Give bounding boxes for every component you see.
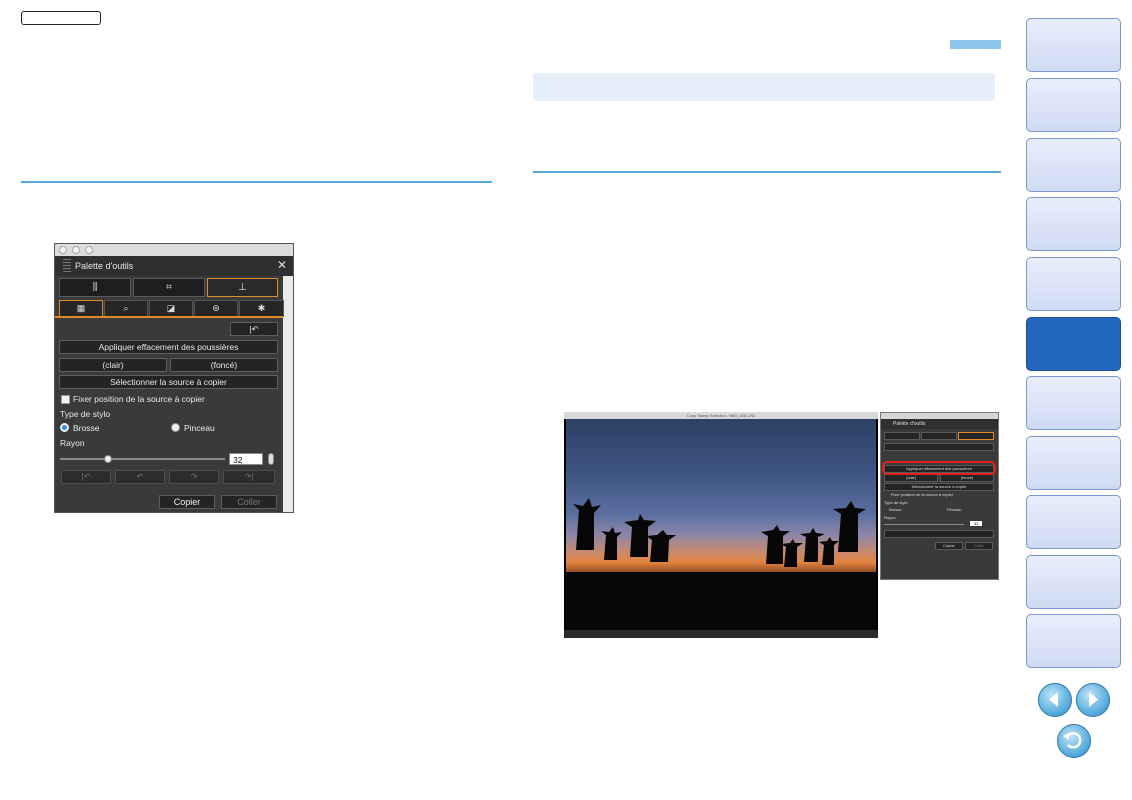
nav-tab-7[interactable] <box>1026 376 1121 430</box>
status-bar <box>564 630 878 638</box>
small-radius-label: Rayon <box>884 515 896 520</box>
history-undo-button[interactable]: ↶ <box>115 470 165 484</box>
radius-input[interactable]: 32 <box>229 453 263 465</box>
small-tool-palette: Palette d'outils Appliquer effacement de… <box>880 412 999 580</box>
prev-arrow-icon <box>1049 692 1058 707</box>
small-clair-button[interactable]: (clair) <box>884 474 938 482</box>
palette-header: Palette d'outils ✕ <box>55 256 293 276</box>
select-source-button[interactable]: Sélectionner la source à copier <box>59 375 278 389</box>
apply-dust-button[interactable]: Appliquer effacement des poussières <box>59 340 278 354</box>
history-last-button[interactable]: ↷| <box>223 470 275 484</box>
small-select-source-button[interactable]: Sélectionner la source à copier <box>884 483 994 491</box>
return-icon <box>1063 732 1082 749</box>
tab-histogram[interactable]: ▦ <box>59 300 103 317</box>
nav-tab-10[interactable] <box>1026 555 1121 609</box>
small-copy-button[interactable]: Copier <box>935 542 963 550</box>
history-redo-button[interactable]: ↷ <box>169 470 219 484</box>
small-tab-stamp[interactable] <box>958 432 994 440</box>
nav-tab-8[interactable] <box>1026 436 1121 490</box>
small-pencil-label: Pinceau <box>947 507 962 512</box>
small-subtabs[interactable] <box>884 443 994 451</box>
tab-stamp[interactable]: ⊥ <box>207 278 278 297</box>
tab-color[interactable]: ⊛ <box>194 300 238 317</box>
divider-left <box>21 181 492 183</box>
history-first-button[interactable]: |↶ <box>61 470 111 484</box>
nav-tab-5[interactable] <box>1026 257 1121 311</box>
prev-page-button[interactable] <box>1038 683 1072 717</box>
window-minimize-dot[interactable] <box>72 246 80 254</box>
nav-tab-6-active[interactable] <box>1026 317 1121 371</box>
small-fonce-button[interactable]: (foncé) <box>940 474 994 482</box>
accent-bar <box>55 316 283 318</box>
radius-slider-knob[interactable] <box>103 455 112 463</box>
nav-tab-1[interactable] <box>1026 18 1121 72</box>
nav-tab-2[interactable] <box>1026 78 1121 132</box>
small-pen-type-label: Type de stylo <box>884 500 908 505</box>
tool-palette: Palette d'outils ✕ ⫼ ⌗ ⊥ ▦ ⌕ ◪ ⊛ ✱ |↶ Ap… <box>54 243 294 513</box>
highlight-apply-dust <box>882 461 996 475</box>
fonce-button[interactable]: (foncé) <box>170 358 278 372</box>
nav-tab-4[interactable] <box>1026 197 1121 251</box>
tab-zoom[interactable]: ⌕ <box>104 300 148 317</box>
small-tab-adjust[interactable] <box>884 432 920 440</box>
clair-button[interactable]: (clair) <box>59 358 167 372</box>
tab-settings[interactable]: ✱ <box>239 300 284 317</box>
nav-tab-3[interactable] <box>1026 138 1121 192</box>
small-paste-button[interactable]: Coller <box>965 542 993 550</box>
tab-adjust[interactable]: ⫼ <box>59 278 131 297</box>
copy-button[interactable]: Copier <box>159 495 215 509</box>
small-tab-crop[interactable] <box>921 432 957 440</box>
pencil-label: Pinceau <box>184 423 215 433</box>
small-radius-slider[interactable] <box>884 524 964 525</box>
window-zoom-dot[interactable] <box>85 246 93 254</box>
palette-scrollbar[interactable] <box>283 276 293 512</box>
close-icon[interactable]: ✕ <box>277 258 287 272</box>
palette-window-titlebar <box>55 244 293 256</box>
paste-button[interactable]: Coller <box>221 495 277 509</box>
small-radius-input[interactable]: 32 <box>970 521 983 526</box>
small-history-buttons[interactable] <box>884 530 994 538</box>
window-title: Copy Stamp Selection / IMG_006.CR2 <box>564 412 878 419</box>
small-brush-label: Brosse <box>889 507 902 512</box>
radius-label: Rayon <box>60 438 85 448</box>
small-fix-position-label: Fixer position de la source à copier <box>891 492 954 497</box>
page-tag <box>21 11 101 25</box>
next-page-button[interactable] <box>1076 683 1110 717</box>
next-arrow-icon <box>1089 692 1098 707</box>
fix-position-checkbox[interactable] <box>61 395 70 404</box>
small-palette-title: Palette d'outils <box>881 419 998 429</box>
radius-stepper[interactable] <box>268 453 274 465</box>
pen-type-label: Type de stylo <box>60 409 111 419</box>
fix-position-label: Fixer position de la source à copier <box>73 394 205 404</box>
brush-radio[interactable] <box>60 423 69 432</box>
tab-tone[interactable]: ◪ <box>149 300 193 317</box>
undo-all-button[interactable]: |↶ <box>230 322 278 336</box>
stamp-window: Copy Stamp Selection / IMG_006.CR2 <box>564 412 878 638</box>
nav-tab-9[interactable] <box>1026 495 1121 549</box>
divider-right <box>533 171 1001 173</box>
baobab-silhouettes <box>566 498 876 632</box>
section-bar <box>533 73 995 101</box>
grip-icon[interactable] <box>63 259 71 273</box>
window-close-dot[interactable] <box>59 246 67 254</box>
palette-title: Palette d'outils <box>75 261 134 271</box>
nav-tab-11[interactable] <box>1026 614 1121 668</box>
radius-slider[interactable] <box>60 458 225 460</box>
section-marker <box>950 40 1001 49</box>
return-button[interactable] <box>1057 724 1091 758</box>
brush-label: Brosse <box>73 423 100 433</box>
pencil-radio[interactable] <box>171 423 180 432</box>
tab-crop[interactable]: ⌗ <box>133 278 205 297</box>
